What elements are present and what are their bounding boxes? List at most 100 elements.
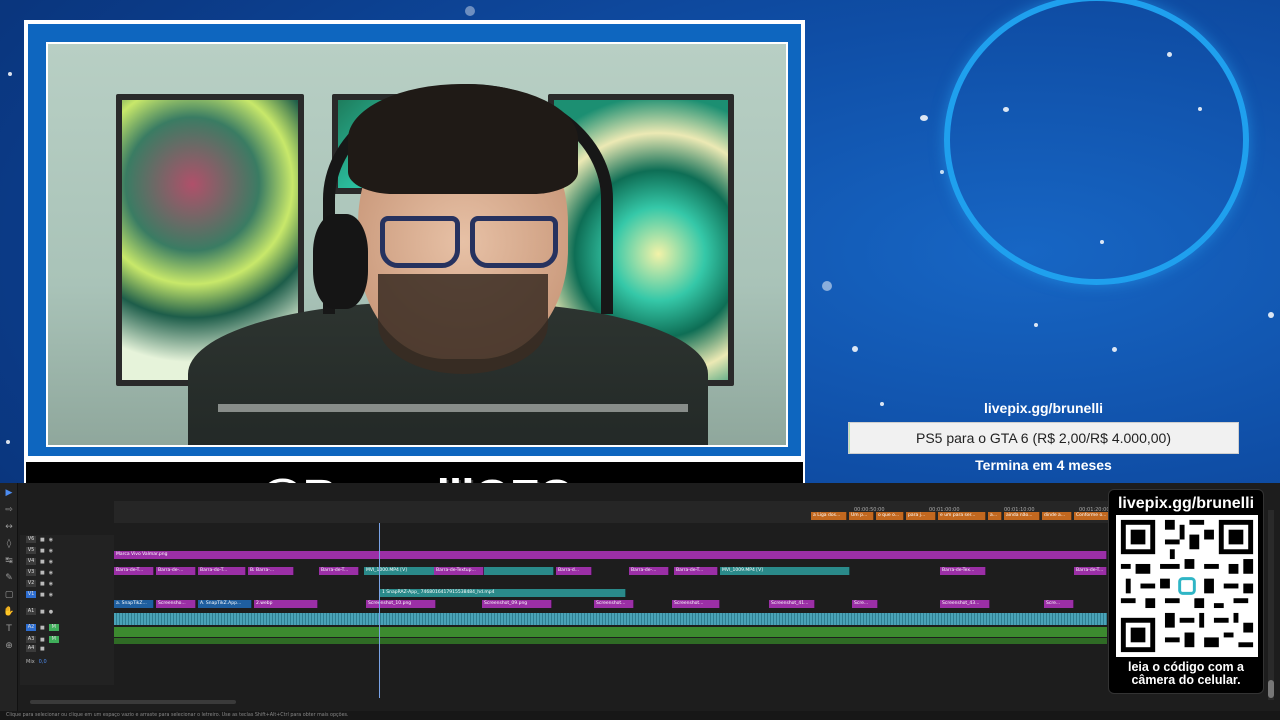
goal-ends: Termina em 4 meses — [975, 457, 1112, 473]
playhead[interactable] — [379, 523, 380, 698]
lock-icon[interactable]: ■ — [40, 548, 45, 554]
track-header-mix[interactable]: Mix 0,0 — [20, 657, 114, 666]
audio-clip-a3[interactable] — [114, 638, 1107, 644]
audio-waveform-a1[interactable] — [114, 613, 1107, 625]
timeline-clip[interactable]: MVI_1009.MP4 [V] — [720, 567, 850, 575]
track-label: V6 — [26, 536, 36, 543]
shirt-stripe — [218, 404, 688, 412]
timeline-clip[interactable]: Barra-... — [254, 567, 294, 575]
slip-icon[interactable]: ↹ — [2, 554, 16, 568]
horizontal-scrollbar[interactable] — [30, 700, 236, 704]
eye-icon[interactable]: ◉ — [49, 537, 53, 543]
track-header-v6[interactable]: V6 ■ ◉ — [20, 535, 114, 544]
eye-icon[interactable]: ◉ — [49, 570, 53, 576]
timeline-clip[interactable]: Barra-de-T... — [674, 567, 718, 575]
timeline-clip[interactable]: ainda não... — [1004, 512, 1040, 520]
webcam-frame — [24, 20, 805, 460]
type-icon[interactable]: T — [2, 622, 16, 636]
scrollbar-thumb[interactable] — [1268, 680, 1274, 698]
rectangle-icon[interactable]: ▢ — [2, 588, 16, 602]
track-header-a2[interactable]: A2 ■ M — [20, 623, 114, 632]
timeline-clip[interactable]: Barra-de-T... — [114, 567, 154, 575]
eye-icon[interactable]: ◉ — [49, 548, 53, 554]
timeline-clip[interactable]: para j... — [906, 512, 936, 520]
track-label: A3 — [26, 636, 36, 643]
lock-icon[interactable]: ■ — [40, 625, 45, 631]
timeline-clip[interactable]: Barra-d... — [556, 567, 592, 575]
track-header-v4[interactable]: V4 ■ ◉ — [20, 557, 114, 566]
lock-icon[interactable]: ■ — [40, 570, 45, 576]
vertical-scrollbar[interactable] — [1268, 510, 1274, 700]
webcam-video — [46, 42, 788, 447]
track-label: V5 — [26, 547, 36, 554]
audio-clip-a2[interactable] — [114, 627, 1107, 637]
track-header-a1[interactable]: A1 ■ ● — [20, 607, 114, 616]
track-header-v2[interactable]: V2 ■ ◉ — [20, 579, 114, 588]
track-header-a4[interactable]: A4 ■ — [20, 644, 114, 653]
timeline-clip[interactable]: Barra-de-Tex... — [940, 567, 986, 575]
timeline-clip[interactable]: Screenshot_41... — [769, 600, 815, 608]
timeline-clip[interactable]: Marca Vivo Valmar.png — [114, 551, 1107, 559]
lock-icon[interactable]: ■ — [40, 637, 45, 643]
timeline-clip[interactable]: Screenshot_43... — [940, 600, 990, 608]
mute-toggle[interactable]: M — [48, 636, 59, 643]
timeline-clip[interactable]: Screenshot... — [594, 600, 634, 608]
timeline-clip[interactable]: Barra-de-... — [629, 567, 669, 575]
timeline-clip[interactable]: a... — [988, 512, 1002, 520]
timeline-clip[interactable]: Scre... — [852, 600, 878, 608]
track-label: V3 — [26, 569, 36, 576]
lock-icon[interactable]: ■ — [40, 559, 45, 565]
stream-scene: @BrunelliOFC livepix.gg/brunelli PS5 par… — [0, 0, 1280, 720]
track-header-v3[interactable]: V3 ■ ◉ — [20, 568, 114, 577]
lock-icon[interactable]: ■ — [40, 609, 45, 615]
timeline-clip[interactable]: a Liga dos... — [811, 512, 847, 520]
pen-icon[interactable]: ✎ — [2, 571, 16, 585]
lock-icon[interactable]: ■ — [40, 646, 45, 652]
lock-icon[interactable]: ■ — [40, 537, 45, 543]
timeline-clip[interactable]: Barra-de-Textup... — [434, 567, 484, 575]
timeline-clip[interactable]: a. SnapTikZ... — [114, 600, 154, 608]
eye-icon[interactable]: ◉ — [49, 559, 53, 565]
timeline-clip[interactable]: Screenshot_09.png — [482, 600, 552, 608]
zoom-icon[interactable]: ⊕ — [2, 639, 16, 653]
timeline-clip[interactable]: Barra-de-T... — [1074, 567, 1107, 575]
snow-particle — [940, 170, 944, 174]
selection-tool-icon[interactable]: ▶ — [2, 486, 16, 500]
timeline-clip[interactable]: Screenshot... — [672, 600, 720, 608]
tracks-area[interactable]: Marca Vivo Valmar.png Barra-de-T... Barr… — [114, 523, 1107, 693]
timeline-clip[interactable]: dinde a... — [1042, 512, 1072, 520]
timeline-clip[interactable]: Screensho... — [156, 600, 196, 608]
track-headers: V6 ■ ◉ V5 ■ ◉ V4 ■ ◉ V3 ■ ◉ V2 ■ ◉ V1 ■ ◉ A1 ■ ● A2 ■ M … — [20, 535, 114, 685]
mic-icon[interactable]: ● — [49, 609, 53, 615]
mute-toggle[interactable]: M — [48, 624, 59, 631]
timeline-clip[interactable]: A. SnapTikZ.App... — [198, 600, 252, 608]
ripple-edit-icon[interactable]: ↔ — [2, 520, 16, 534]
status-bar: Clique para selecionar ou clique em um e… — [0, 711, 1280, 720]
timeline-clip[interactable]: Screenshot_10.png — [366, 600, 436, 608]
razor-icon[interactable]: ◊ — [2, 537, 16, 551]
timeline-clip[interactable]: Barra-de-T... — [319, 567, 359, 575]
timeline-clip[interactable]: Barra-do-T... — [198, 567, 246, 575]
lock-icon[interactable]: ■ — [40, 581, 45, 587]
timeline-clip[interactable]: Conforme o... — [1074, 512, 1110, 520]
hand-icon[interactable]: ✋ — [2, 605, 16, 619]
lock-icon[interactable]: ■ — [40, 592, 45, 598]
track-header-a3[interactable]: A3 ■ M — [20, 635, 114, 644]
time-ruler[interactable]: 00:00:50:00 00:01:00:00 00:01:10:00 00:0… — [114, 501, 1114, 523]
timeline-clip[interactable]: o que o... — [876, 512, 904, 520]
track-label: A1 — [26, 608, 36, 615]
timeline-clip[interactable]: Scre... — [1044, 600, 1074, 608]
snow-particle — [8, 72, 12, 76]
eye-icon[interactable]: ◉ — [49, 592, 53, 598]
track-header-v1[interactable]: V1 ■ ◉ — [20, 590, 114, 599]
timeline-clip[interactable]: Barra-de-... — [156, 567, 196, 575]
timeline-clip[interactable]: Um p... — [849, 512, 874, 520]
timeline-clip[interactable]: e um para ser... — [938, 512, 986, 520]
mix-value[interactable]: 0,0 — [39, 659, 47, 665]
track-select-icon[interactable]: ⇨ — [2, 503, 16, 517]
track-header-v5[interactable]: V5 ■ ◉ — [20, 546, 114, 555]
qr-code-graphic — [1116, 515, 1258, 657]
timeline-clip[interactable]: 2.webp — [254, 600, 318, 608]
timeline-clip[interactable]: 1 SnapRAZ-App_ 7468016417915538484_hd.mp… — [380, 589, 626, 597]
eye-icon[interactable]: ◉ — [49, 581, 53, 587]
